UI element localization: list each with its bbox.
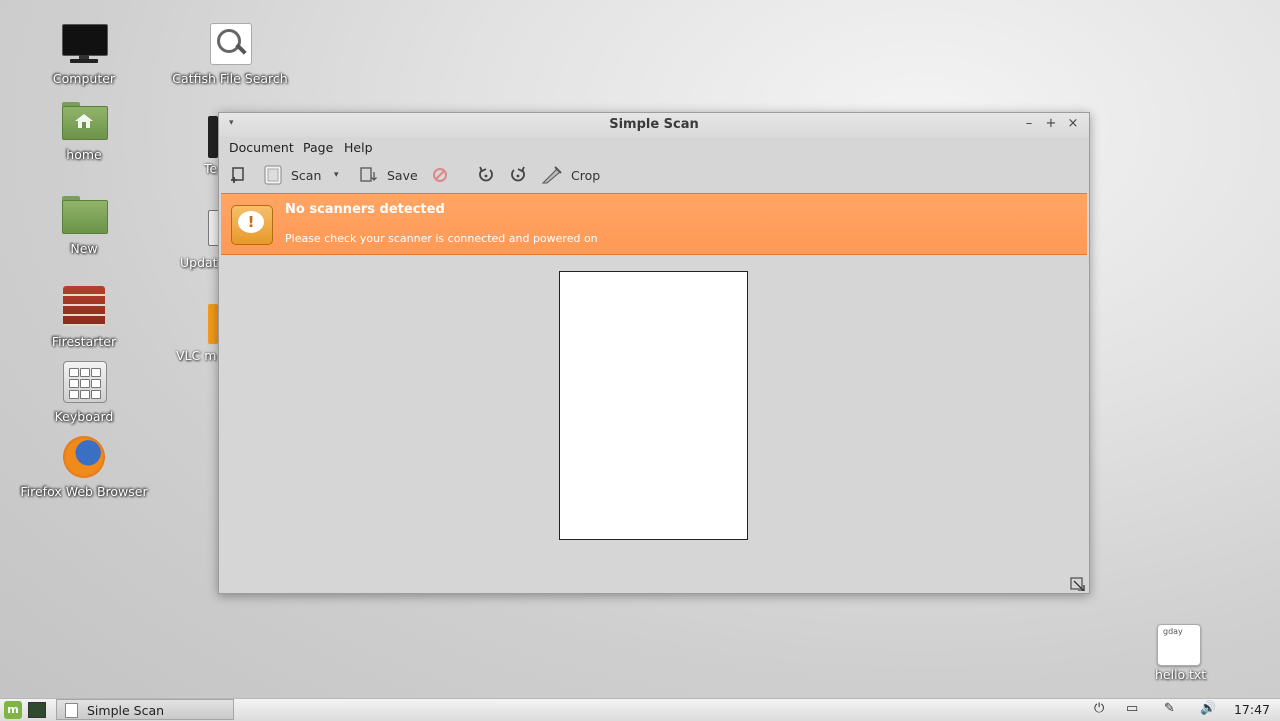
desktop-icon-firefox[interactable]: Firefox Web Browser — [19, 433, 149, 499]
scanner-icon — [264, 165, 282, 185]
desktop-icon-keyboard[interactable]: Keyboard — [19, 358, 149, 424]
desktop-icon-label: Catfish File Search — [172, 71, 288, 86]
rotate-left-icon — [479, 166, 493, 182]
simple-scan-window: ▾ Simple Scan – + × Document Page Help S… — [218, 112, 1090, 594]
desktop-icon-computer[interactable]: Computer — [19, 20, 149, 86]
resize-grip-icon[interactable] — [1070, 575, 1086, 591]
exclamation-icon: ! — [238, 211, 264, 233]
save-button[interactable]: Save — [359, 165, 418, 185]
rotate-left-button[interactable] — [477, 165, 495, 185]
warning-speech-bubble-icon: ! — [231, 205, 273, 245]
crop-knife-icon — [541, 166, 562, 184]
folder-icon — [60, 190, 108, 238]
terminal-icon — [208, 116, 218, 158]
desktop-icon-label: Firestarter — [51, 334, 117, 349]
network-icon[interactable]: ✎ — [1164, 701, 1175, 716]
taskbar-item-label: Simple Scan — [87, 703, 165, 718]
stop-icon — [433, 168, 447, 182]
desktop-icon-label: home — [66, 147, 102, 162]
scan-options-dropdown[interactable]: ▾ — [334, 165, 339, 185]
partial-label-terminal: Te — [204, 161, 218, 176]
mint-menu-icon[interactable]: m — [4, 701, 22, 719]
toolbar: Scan ▾ Save Crop — [219, 159, 1089, 191]
file-preview-text: gday — [1163, 627, 1183, 636]
desktop-icon-firestarter[interactable]: Firestarter — [19, 283, 149, 349]
menu-bar: Document Page Help — [219, 137, 1089, 159]
rotate-right-icon — [511, 166, 525, 182]
close-button[interactable]: × — [1065, 116, 1081, 132]
minimize-button[interactable]: – — [1021, 116, 1037, 132]
maximize-button[interactable]: + — [1043, 116, 1059, 132]
stop-button[interactable] — [432, 165, 448, 185]
partial-label-vlc: VLC m — [176, 348, 217, 363]
menu-document[interactable]: Document — [229, 140, 294, 155]
desktop-icon-label: Keyboard — [54, 409, 114, 424]
volume-icon[interactable]: 🔊 — [1200, 701, 1216, 716]
home-folder-icon — [60, 96, 108, 144]
rotate-right-button[interactable] — [509, 165, 527, 185]
computer-icon — [60, 20, 108, 68]
vlc-cone-icon — [208, 304, 218, 344]
brick-wall-icon — [60, 283, 108, 331]
magnifier-icon — [206, 20, 254, 68]
crop-button[interactable]: Crop — [541, 165, 600, 185]
desktop-icon-label: Firefox Web Browser — [20, 484, 148, 499]
keyboard-icon — [60, 358, 108, 406]
partial-label-update: Updat — [180, 255, 218, 270]
desktop-icon-label: New — [70, 241, 98, 256]
desktop-icon-new[interactable]: New — [19, 190, 149, 256]
save-document-icon — [360, 167, 377, 182]
infobar-title: No scanners detected — [285, 202, 445, 217]
taskbar: m Simple Scan ⏻ ▭ ✎ 🔊 17:47 — [0, 698, 1280, 721]
clock[interactable]: 17:47 — [1234, 702, 1270, 717]
firefox-icon — [60, 433, 108, 481]
new-document-button[interactable] — [229, 165, 247, 185]
menu-help[interactable]: Help — [344, 140, 373, 155]
text-file-icon: gday — [1157, 624, 1201, 666]
menu-page[interactable]: Page — [303, 140, 333, 155]
scan-button-label: Scan — [291, 167, 322, 183]
scan-button[interactable]: Scan — [263, 165, 321, 185]
scan-page-preview[interactable] — [559, 271, 748, 540]
window-title: Simple Scan — [609, 117, 699, 132]
desktop-icon-catfish[interactable]: Catfish File Search — [165, 20, 295, 86]
power-icon[interactable]: ⏻ — [1094, 701, 1104, 716]
desktop-icon-label: hello.txt — [1155, 667, 1207, 682]
dropdown-arrow-icon: ▾ — [334, 170, 339, 180]
no-scanner-infobar: ! No scanners detected Please check your… — [221, 193, 1087, 255]
title-bar[interactable]: ▾ Simple Scan – + × — [219, 113, 1089, 137]
desktop-icon-home[interactable]: home — [19, 96, 149, 162]
new-page-icon — [231, 167, 244, 183]
desktop-icon-label: Computer — [52, 71, 116, 86]
taskbar-item-simple-scan[interactable]: Simple Scan — [56, 699, 234, 720]
infobar-message: Please check your scanner is connected a… — [285, 232, 598, 245]
save-button-label: Save — [387, 167, 418, 183]
battery-icon[interactable]: ▭ — [1126, 701, 1138, 716]
scanner-small-icon — [65, 703, 78, 718]
show-desktop-icon[interactable] — [28, 702, 46, 718]
crop-button-label: Crop — [571, 167, 601, 183]
